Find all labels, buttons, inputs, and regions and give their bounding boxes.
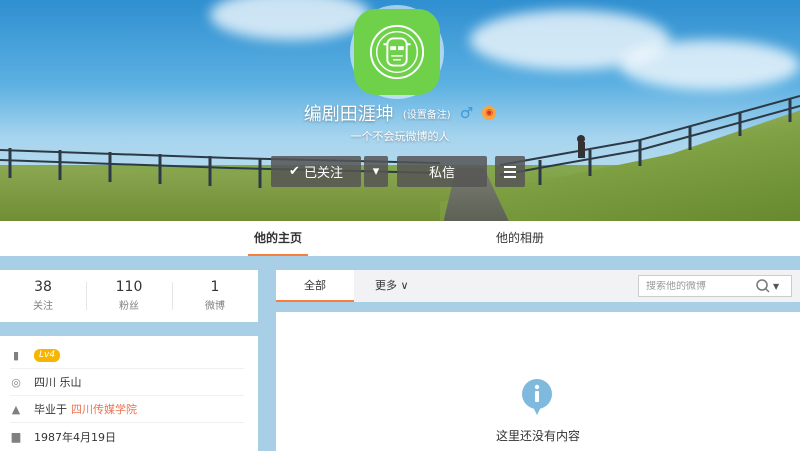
follow-dropdown-button[interactable]: ▾ [364,156,388,187]
graduation-cap-icon: ▲ [11,402,21,416]
profile-cover: 编剧田涯坤 (设置备注) ♂ ◉ 一个不会玩微博的人 ✔ 已关注 ▾ 私信 [0,0,800,221]
stat-label: 关注 [33,301,53,312]
feed-tab-all[interactable]: 全部 [276,270,354,302]
level-badge[interactable]: Lv4 [34,348,61,362]
profile-nickname: 编剧田涯坤 [303,104,394,125]
feed-tab-bar: 全部 更多 ∨ ▼ [276,270,800,302]
info-row-school: ▲ 毕业于 四川传媒学院 [10,396,244,423]
member-icon[interactable]: ◉ [482,106,497,120]
birthday-text: 1987年4月19日 [34,430,116,444]
stat-posts[interactable]: 1 微博 [172,270,258,322]
search-icon[interactable] [755,278,771,294]
more-menu-button[interactable] [495,156,525,187]
school-prefix: 毕业于 [34,403,67,416]
info-row-birthday: ▆ 1987年4月19日 [10,423,244,450]
tab-home[interactable]: 他的主页 [248,221,308,256]
cake-icon: ▆ [11,430,21,443]
chevron-down-icon: ▾ [372,164,380,179]
robot-face-icon [369,24,425,80]
set-remark-link[interactable]: (设置备注) [403,110,451,121]
stat-value: 110 [115,279,143,295]
feed-empty-state: 这里还没有内容 [276,312,800,451]
stat-following[interactable]: 38 关注 [0,270,86,322]
location-text: 四川 乐山 [34,376,82,389]
profile-intro: 一个不会玩微博的人 [350,130,450,143]
info-row-level: ▮ Lv4 [10,342,244,369]
search-options-caret-icon[interactable]: ▼ [773,282,779,291]
weibo-search-box: ▼ [638,275,792,297]
stat-label: 微博 [205,301,225,312]
stat-followers[interactable]: 110 粉丝 [86,270,172,322]
profile-info-panel: ▮ Lv4 ◎ 四川 乐山 ▲ 毕业于 四川传媒学院 ▆ 1987年4月19日 [0,336,258,451]
info-icon [522,379,552,415]
followed-button[interactable]: ✔ 已关注 [271,156,361,187]
tab-album[interactable]: 他的相册 [490,221,550,256]
avatar[interactable] [354,9,440,95]
menu-icon [504,165,516,168]
stat-label: 粉丝 [119,301,139,312]
profile-name-row: 编剧田涯坤 (设置备注) ♂ ◉ [0,100,800,126]
empty-state-text: 这里还没有内容 [495,429,580,443]
check-icon: ✔ [289,164,300,179]
stat-value: 38 [34,279,52,295]
bookmark-icon: ▮ [12,348,20,362]
male-icon: ♂ [459,104,474,122]
weibo-search-input[interactable] [639,280,751,292]
message-label: 私信 [428,166,455,181]
message-button[interactable]: 私信 [397,156,487,187]
stat-value: 1 [210,279,220,295]
stats-panel: 38 关注 110 粉丝 1 微博 [0,270,258,322]
info-row-location: ◎ 四川 乐山 [10,369,244,396]
location-pin-icon: ◎ [11,375,21,389]
feed-tab-more[interactable]: 更多 ∨ [375,270,409,302]
followed-label: 已关注 [303,166,343,181]
school-link[interactable]: 四川传媒学院 [71,401,137,417]
profile-tab-bar: 他的主页 他的相册 [0,221,800,256]
